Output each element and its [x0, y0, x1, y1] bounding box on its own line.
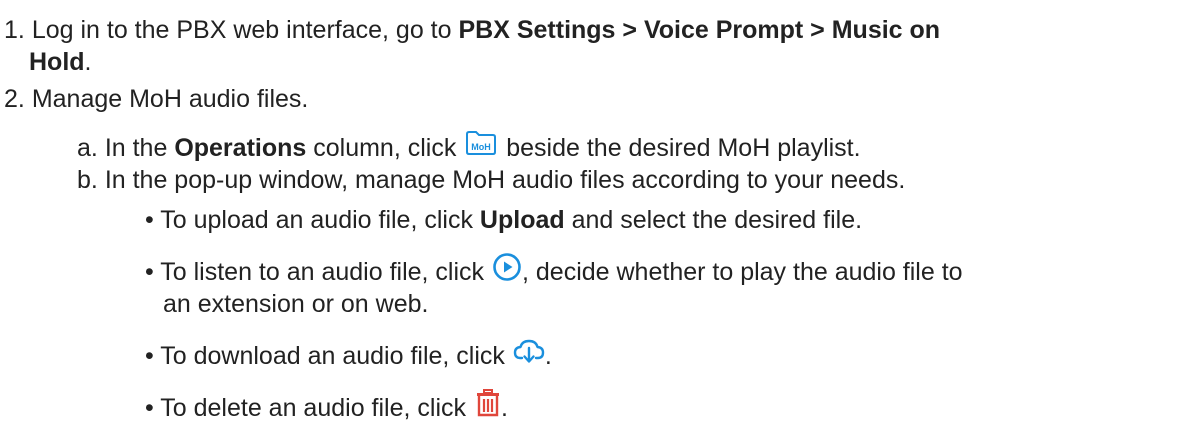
- bullet-listen-line: • To listen to an audio file, click , de…: [145, 253, 963, 288]
- step-2-line: 2. Manage MoH audio files.: [4, 84, 308, 114]
- bullet-listen-post: , decide whether to play the audio file …: [522, 258, 963, 286]
- step-1-text: Log in to the PBX web interface, go to: [31, 16, 459, 44]
- bullet-delete-pre: To delete an audio file, click: [160, 394, 473, 422]
- bullet-download-line: • To download an audio file, click .: [145, 340, 552, 371]
- step-2-number: 2.: [4, 85, 25, 113]
- play-circle-icon: [492, 252, 522, 282]
- bullet-upload-marker: •: [145, 206, 154, 234]
- bullet-upload-post: and select the desired file.: [564, 206, 863, 234]
- bullet-listen-cont-line: an extension or on web.: [163, 289, 428, 319]
- bullet-download-marker: •: [145, 342, 154, 370]
- upload-label: Upload: [479, 206, 565, 234]
- bullet-download-pre: To download an audio file, click: [160, 342, 512, 370]
- substep-a-post: beside the desired MoH playlist.: [499, 134, 861, 162]
- bullet-download-post: .: [544, 342, 552, 370]
- substep-b-line: b. In the pop-up window, manage MoH audi…: [77, 165, 905, 195]
- bullet-listen-pre: To listen to an audio file, click: [160, 258, 491, 286]
- substep-a-marker: a.: [77, 134, 98, 162]
- substep-a-pre: In the: [104, 134, 175, 162]
- step-1-number: 1.: [4, 16, 25, 44]
- bullet-upload-line: • To upload an audio file, click Upload …: [145, 205, 862, 235]
- operations-label: Operations: [174, 134, 307, 162]
- svg-text:MoH: MoH: [472, 142, 492, 152]
- substep-a-line: a. In the Operations column, click MoH b…: [77, 130, 861, 163]
- substep-b-marker: b.: [77, 166, 98, 194]
- step-2-text: Manage MoH audio files.: [31, 85, 309, 113]
- step-1-menu-path-end: Hold: [29, 48, 85, 76]
- trash-icon: [475, 388, 501, 418]
- moh-folder-icon: MoH: [465, 130, 497, 156]
- bullet-listen-marker: •: [145, 258, 154, 286]
- substep-b-text: In the pop-up window, manage MoH audio f…: [104, 166, 906, 194]
- bullet-delete-post: .: [500, 394, 508, 422]
- bullet-delete-line: • To delete an audio file, click .: [145, 389, 508, 424]
- cloud-download-icon: [513, 337, 545, 365]
- step-1-menu-path: PBX Settings > Voice Prompt > Music on: [458, 16, 941, 44]
- bullet-upload-pre: To upload an audio file, click: [160, 206, 480, 234]
- bullet-listen-cont: an extension or on web.: [163, 290, 429, 318]
- bullet-delete-marker: •: [145, 394, 154, 422]
- substep-a-mid: column, click: [306, 134, 464, 162]
- step-1-line-1: 1. Log in to the PBX web interface, go t…: [4, 15, 940, 45]
- step-1-period: .: [84, 48, 92, 76]
- step-1-line-2: Hold.: [29, 47, 92, 77]
